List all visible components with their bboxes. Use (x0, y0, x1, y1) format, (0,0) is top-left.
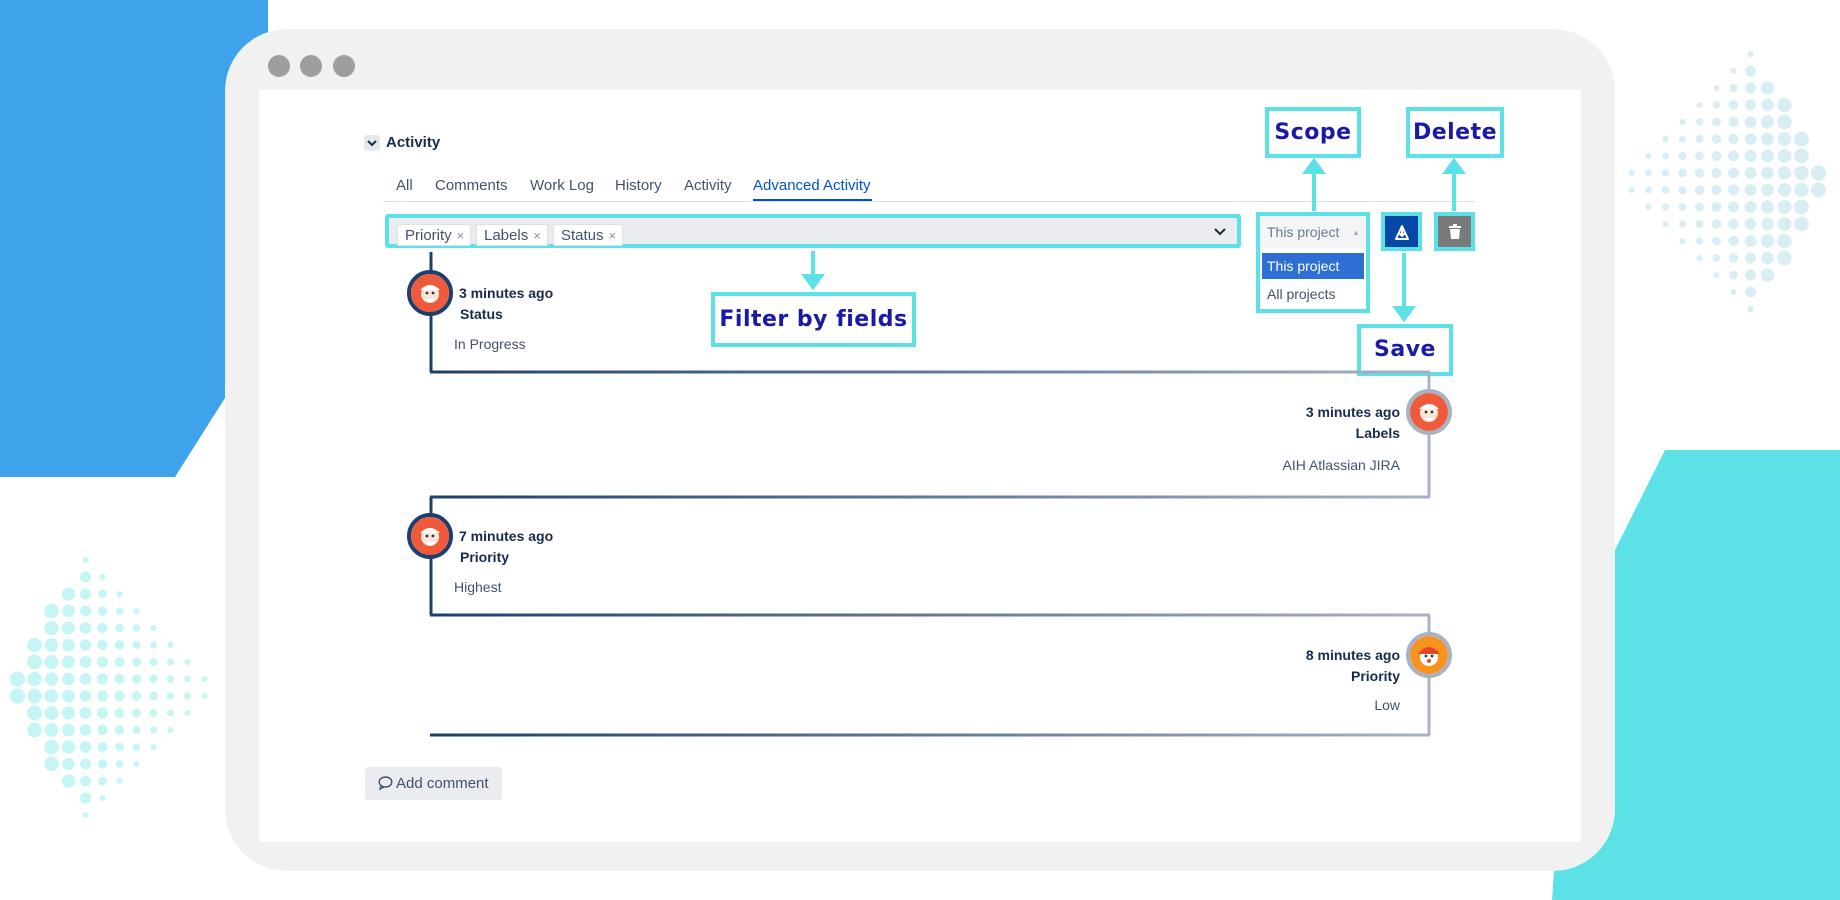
entry-value: In Progress (454, 336, 526, 352)
entry-time: 8 minutes ago (1305, 647, 1400, 663)
entry-time: 3 minutes ago (1305, 404, 1400, 420)
entry-field: Status (460, 306, 503, 322)
user-avatar-icon (1410, 393, 1448, 431)
user-avatar-icon (1410, 636, 1448, 674)
entry-value: Low (1374, 697, 1400, 713)
activity-timeline (429, 252, 1431, 737)
entry-field: Labels (1355, 425, 1400, 441)
avatar[interactable] (1406, 632, 1452, 678)
avatar[interactable] (407, 270, 453, 316)
user-avatar-icon (411, 274, 449, 312)
entry-value: AIH Atlassian JIRA (1282, 457, 1401, 473)
page: Activity All Comments Work Log History A… (0, 0, 1840, 900)
entry-value: Highest (454, 579, 502, 595)
avatar[interactable] (1406, 389, 1452, 435)
entry-field: Priority (460, 549, 510, 565)
avatar[interactable] (407, 513, 453, 559)
entry-field: Priority (1350, 668, 1400, 684)
add-comment-button[interactable]: Add comment (365, 767, 502, 800)
user-avatar-icon (411, 517, 449, 555)
comment-icon (378, 776, 393, 791)
entry-time: 3 minutes ago (459, 285, 554, 301)
entry-time: 7 minutes ago (459, 528, 554, 544)
